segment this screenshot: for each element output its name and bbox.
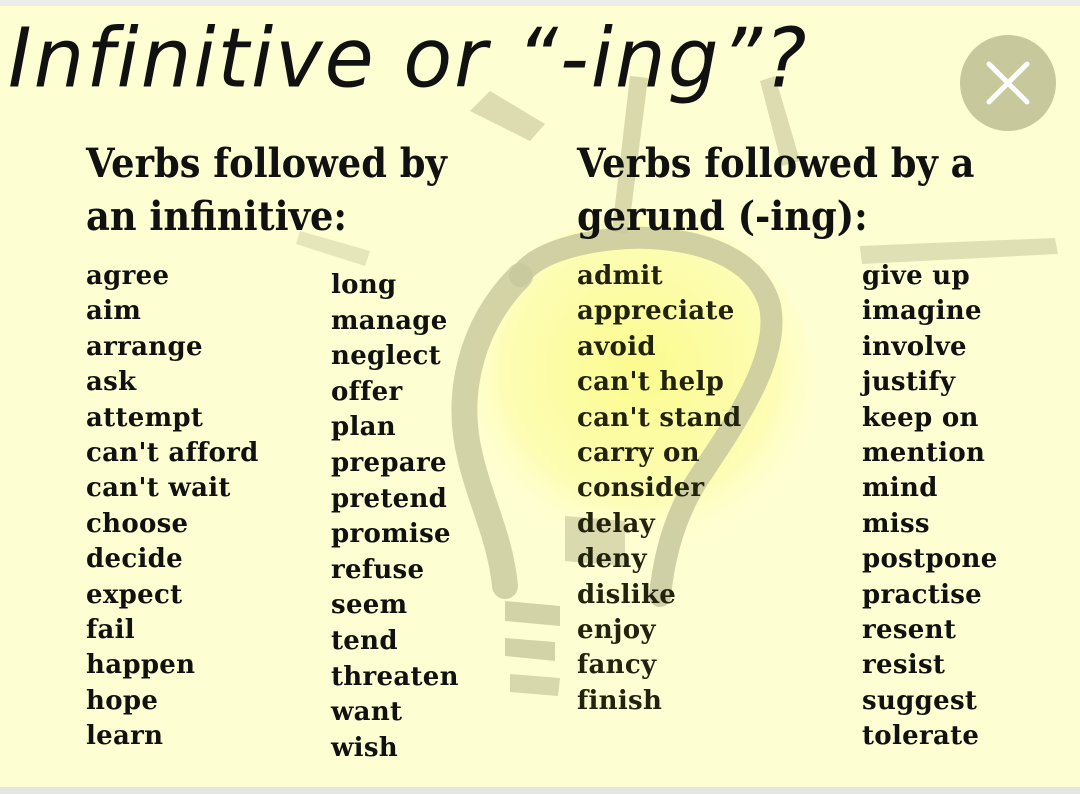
verb-list-item: ask: [86, 367, 137, 398]
gerund-verbs-column-1: admit appreciate avoid can't help can't stan…: [577, 259, 741, 719]
verb-list-item: can't stand: [577, 402, 742, 433]
verb-list-item: carry on: [577, 438, 700, 469]
verb-list-item: appreciate: [577, 296, 735, 327]
verb-list-item: imagine: [862, 296, 982, 327]
verb-list-item: choose: [86, 508, 189, 539]
gerund-heading-line1: Verbs followed by a: [577, 140, 975, 187]
verb-list-item: fancy: [577, 650, 657, 681]
verb-list-item: refuse: [331, 554, 425, 585]
verb-list-item: finish: [577, 685, 663, 716]
verb-list-item: aim: [86, 296, 142, 327]
verb-list-item: happen: [86, 650, 196, 681]
verb-list-item: arrange: [86, 331, 203, 362]
verb-list-item: practise: [862, 579, 983, 610]
gerund-verbs-column-2: give up imagine involve justify keep on menti…: [862, 259, 998, 755]
verb-list-item: dislike: [577, 579, 677, 610]
infinitive-verbs-column-1: agree aim arrange ask attempt can't afford can…: [86, 259, 259, 755]
verb-list-item: can't help: [577, 367, 725, 398]
verb-list-item: resist: [862, 650, 946, 681]
verb-list-item: offer: [331, 376, 403, 407]
verb-list-item: can't afford: [86, 438, 259, 469]
close-icon: [986, 61, 1030, 105]
verb-list-item: avoid: [577, 331, 656, 362]
verb-list-item: decide: [86, 544, 183, 575]
verb-list-item: delay: [577, 508, 656, 539]
verb-list-item: tolerate: [862, 721, 980, 752]
bottom-edge: [0, 787, 1080, 794]
verb-list-item: justify: [862, 367, 956, 398]
verb-list-item: want: [331, 697, 403, 728]
image-card: Infinitive or “-ing”? Verbs followed by …: [0, 6, 1080, 787]
verb-list-item: hope: [86, 685, 159, 716]
verb-list-item: expect: [86, 579, 183, 610]
verb-list-item: seem: [331, 590, 408, 621]
verb-list-item: long: [331, 270, 397, 300]
verb-list-item: tend: [331, 625, 398, 656]
infinitive-verbs-column-2: long manage neglect offer plan prepare pretend…: [331, 268, 459, 766]
verb-list-item: suggest: [862, 685, 978, 716]
verb-list-item: agree: [86, 261, 170, 291]
infinitive-heading-line2: an infinitive:: [86, 193, 348, 240]
verb-list-item: threaten: [331, 661, 459, 692]
verb-list-item: deny: [577, 544, 647, 575]
verb-list-item: neglect: [331, 341, 441, 372]
verb-list-item: miss: [862, 508, 930, 539]
verb-list-item: attempt: [86, 402, 204, 433]
infinitive-heading-line1: Verbs followed by: [86, 140, 447, 187]
verb-list-item: resent: [862, 615, 957, 646]
verb-list-item: pretend: [331, 483, 448, 514]
gerund-heading-line2: gerund (-ing):: [577, 193, 868, 240]
infinitive-heading: Verbs followed by an infinitive:: [86, 137, 447, 243]
verb-list-item: manage: [331, 305, 448, 336]
verb-list-item: mention: [862, 438, 986, 469]
verb-list-item: consider: [577, 473, 705, 504]
verb-list-item: prepare: [331, 447, 447, 478]
verb-list-item: wish: [331, 732, 398, 763]
verb-list-item: promise: [331, 519, 451, 550]
verb-list-item: can't wait: [86, 473, 231, 504]
gerund-heading: Verbs followed by a gerund (-ing):: [577, 137, 975, 243]
verb-list-item: postpone: [862, 544, 998, 575]
page-title: Infinitive or “-ing”?: [8, 11, 809, 106]
verb-list-item: mind: [862, 473, 938, 504]
verb-list-item: involve: [862, 331, 967, 362]
verb-list-item: give up: [862, 261, 970, 291]
verb-list-item: learn: [86, 721, 164, 752]
verb-list-item: admit: [577, 261, 663, 291]
verb-list-item: keep on: [862, 402, 979, 433]
close-button[interactable]: [960, 35, 1056, 131]
verb-list-item: fail: [86, 615, 135, 646]
verb-list-item: enjoy: [577, 615, 656, 646]
verb-list-item: plan: [331, 412, 397, 443]
